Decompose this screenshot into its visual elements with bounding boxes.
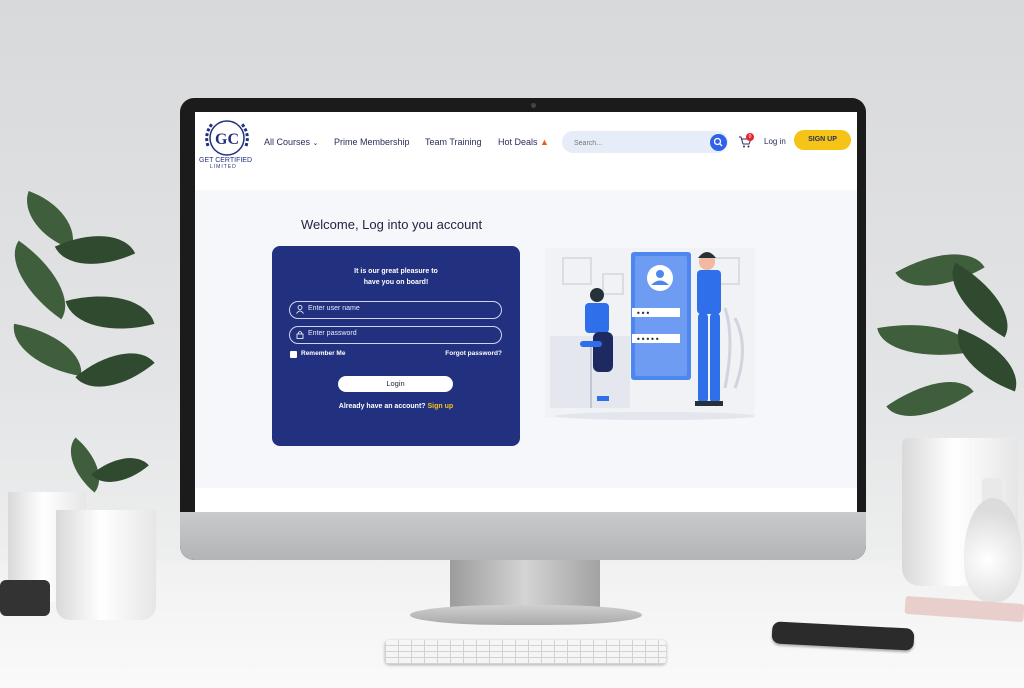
search-button[interactable] <box>710 134 727 151</box>
fire-icon: ▲ <box>540 137 549 147</box>
lock-icon <box>296 331 304 339</box>
forgot-password-link[interactable]: Forgot password? <box>445 350 502 357</box>
login-link[interactable]: Log in <box>764 137 786 146</box>
search-icon <box>713 137 723 147</box>
speaker-device <box>0 580 50 616</box>
webcam-icon <box>531 103 536 108</box>
svg-text:•••: ••• <box>636 309 650 318</box>
welcome-line-1: It is our great pleasure to <box>354 268 438 275</box>
remember-me-checkbox[interactable] <box>290 351 297 358</box>
already-account-text: Already have an account? <box>338 403 426 410</box>
welcome-line-2: have you on board! <box>363 279 429 286</box>
keyboard-device <box>385 640 666 664</box>
site-header: GC GET CERTIFIED LIMITED All Courses ⌄ P… <box>195 112 857 190</box>
logo-text: GET CERTIFIED <box>199 157 253 164</box>
svg-text:•••••: ••••• <box>636 335 660 344</box>
username-placeholder: Enter user name <box>308 305 360 312</box>
monitor-chin <box>180 512 866 560</box>
username-field[interactable]: Enter user name <box>289 301 502 319</box>
welcome-message: It is our great pleasure to have you on … <box>272 266 520 288</box>
nav-team-training[interactable]: Team Training <box>425 137 482 147</box>
login-card: It is our great pleasure to have you on … <box>272 246 520 446</box>
already-account-line: Already have an account? Sign up <box>272 403 520 410</box>
password-field[interactable]: Enter password <box>289 326 502 344</box>
logo-monogram: GC <box>215 131 239 148</box>
page-title: Welcome, Log into you account <box>301 217 483 232</box>
logo-subtext: LIMITED <box>210 164 237 170</box>
nav-label: All Courses <box>264 137 311 147</box>
search-bar <box>562 131 728 153</box>
remember-me-label: Remember Me <box>301 350 346 357</box>
signup-link[interactable]: Sign up <box>428 403 454 410</box>
page-footer-band <box>195 488 857 512</box>
cart-count-badge: 0 <box>746 133 754 141</box>
chevron-down-icon: ⌄ <box>312 140 319 147</box>
nav-label: Hot Deals <box>498 137 538 147</box>
signup-button[interactable]: SIGN UP <box>794 130 851 150</box>
login-illustration: ••• ••••• <box>545 248 755 420</box>
vase-decoration <box>964 498 1022 602</box>
search-input[interactable] <box>572 135 706 151</box>
nav-prime-membership[interactable]: Prime Membership <box>334 137 410 147</box>
screen-webpage: GC GET CERTIFIED LIMITED All Courses ⌄ P… <box>195 112 857 512</box>
password-placeholder: Enter password <box>308 330 357 337</box>
user-icon <box>296 305 304 314</box>
nav-hot-deals[interactable]: Hot Deals ▲ <box>498 137 549 147</box>
nav-all-courses[interactable]: All Courses ⌄ <box>264 137 318 147</box>
login-button[interactable]: Login <box>338 376 453 392</box>
monitor-stand-base <box>410 605 642 625</box>
